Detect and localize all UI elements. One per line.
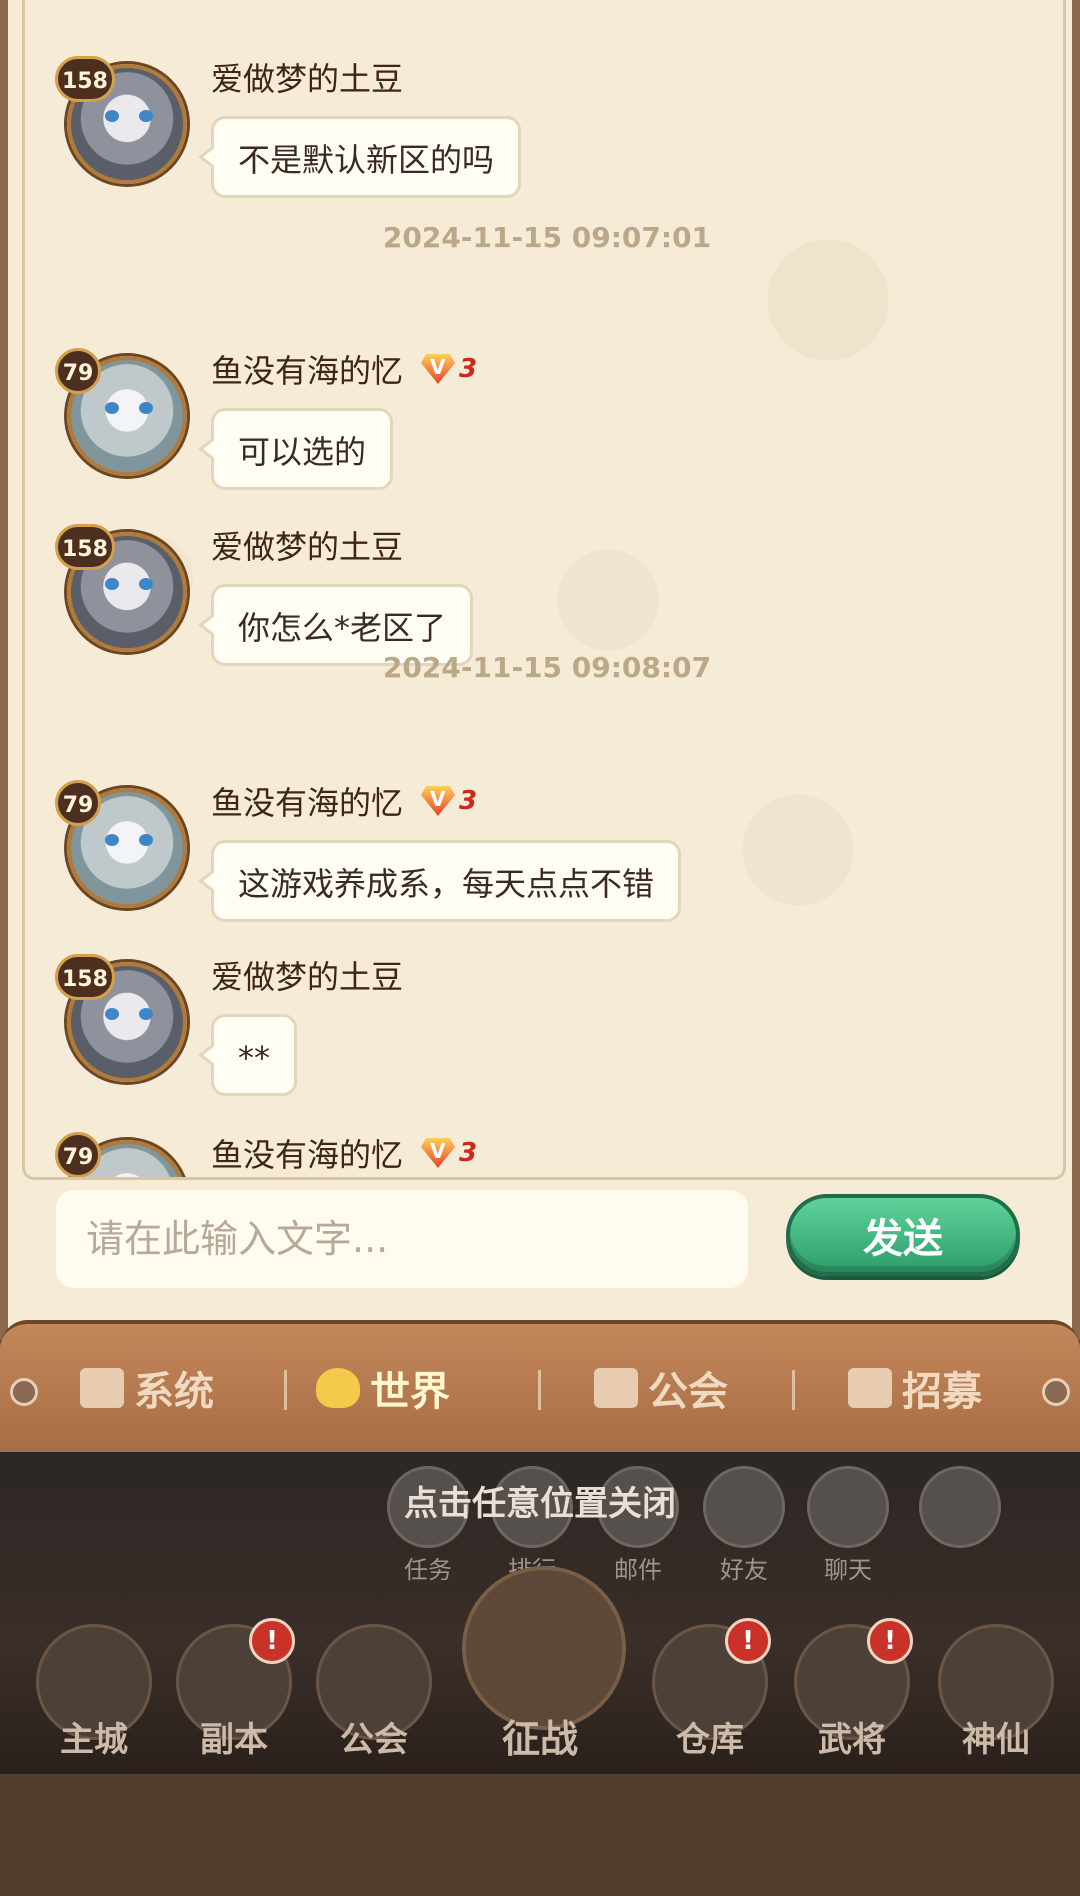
nav-item[interactable]: ! 副本 [169,1618,299,1760]
nav-label: 主城 [60,1720,128,1760]
nav-label: 神仙 [962,1720,1030,1760]
nav-label: 武将 [818,1720,886,1760]
chat-channel-tabs: 系统 世界 公会 招募 [0,1320,1080,1452]
nav-item[interactable]: 主城 [29,1624,159,1760]
sender-row: 爱做梦的土豆 [211,522,403,568]
sender-name[interactable]: 爱做梦的土豆 [211,522,403,568]
recruit-flag-icon [848,1368,892,1408]
message-bubble[interactable]: 不是默认新区的吗 [197,116,522,198]
rivet-right [1042,1378,1070,1406]
level-badge: 158 [55,524,115,570]
message-bubble[interactable]: ** [198,1014,297,1096]
chat-message-list[interactable]: 158 爱做梦的土豆 不是默认新区的吗 2024-11-15 09:07:01 79 鱼没… [22,0,1066,1180]
message-bubble[interactable]: 这游戏养成系，每天点点不错 [197,840,682,922]
top-icon-label: 聊天 [824,1556,872,1584]
level-badge: 158 [55,56,115,102]
tab-guild[interactable]: 公会 [594,1358,728,1418]
level-badge: 79 [55,1132,101,1177]
nav-label: 公会 [340,1720,408,1760]
cat-face-icon [316,1368,360,1408]
chat-input[interactable] [56,1190,748,1288]
footer-strip [0,1774,1080,1896]
chat-panel: 158 爱做梦的土豆 不是默认新区的吗 2024-11-15 09:07:01 79 鱼没… [0,0,1080,1340]
sender-row: 鱼没有海的忆 3 [211,346,477,392]
top-icon-label: 好友 [720,1556,768,1584]
sender-row: 鱼没有海的忆 3 [211,778,477,824]
chat-input-row: 发送 [0,1180,1080,1298]
tab-label: 系统 [134,1369,214,1415]
nav-item[interactable]: ! 仓库 [645,1618,775,1760]
message-bubble[interactable]: 可以选的 [197,408,394,490]
tab-label: 世界 [370,1369,450,1415]
level-badge: 79 [55,348,101,394]
vip-level: 3 [459,1138,478,1168]
vip-level: 3 [459,786,478,816]
tab-label: 招募 [902,1369,982,1415]
tab-world[interactable]: 世界 [316,1358,450,1418]
battle-icon [462,1566,626,1730]
sender-name[interactable]: 鱼没有海的忆 [211,778,403,824]
vip-badge: 3 [421,354,477,384]
avatar[interactable]: 79 [55,780,187,908]
tab-label: 公会 [648,1369,728,1415]
vip-badge: 3 [421,786,477,816]
vip-gem-icon [421,1138,456,1168]
vip-level: 3 [459,354,478,384]
tab-separator [284,1370,287,1410]
sender-row: 爱做梦的土豆 [211,54,403,100]
vip-gem-icon [421,786,456,816]
sender-row: 爱做梦的土豆 [211,952,403,998]
nav-item[interactable]: 神仙 [931,1624,1061,1760]
sender-row: 鱼没有海的忆 3 [211,1130,477,1176]
avatar[interactable]: 158 [55,56,187,184]
rivet-left [10,1378,38,1406]
megaphone-icon [80,1368,124,1408]
alert-badge-icon: ! [725,1618,771,1664]
nav-item[interactable]: 公会 [309,1624,439,1760]
vip-gem-icon [421,354,456,384]
avatar[interactable]: 158 [55,954,187,1082]
close-hint[interactable]: 点击任意位置关闭 [0,1476,1080,1525]
nav-battle[interactable]: 征战 [462,1566,626,1766]
nav-label: 仓库 [676,1720,744,1760]
vip-badge: 3 [421,1138,477,1168]
avatar[interactable]: 79 [55,348,187,476]
tab-recruit[interactable]: 招募 [848,1358,982,1418]
nav-item[interactable]: ! 武将 [787,1618,917,1760]
nav-label: 副本 [200,1720,268,1760]
chat-timestamp: 2024-11-15 09:08:07 [382,651,712,684]
top-icon-label: 任务 [404,1556,452,1584]
sender-name[interactable]: 爱做梦的土豆 [211,952,403,998]
sender-name[interactable]: 爱做梦的土豆 [211,54,403,100]
avatar[interactable]: 79 [55,1132,187,1177]
tab-system[interactable]: 系统 [80,1358,214,1418]
nav-label: 征战 [501,1717,578,1761]
chat-timestamp: 2024-11-15 09:07:01 [382,221,712,254]
tab-separator [538,1370,541,1410]
send-button[interactable]: 发送 [786,1194,1020,1276]
alert-badge-icon: ! [249,1618,295,1664]
level-badge: 158 [55,954,115,1000]
guild-banner-icon [594,1368,638,1408]
tab-separator [792,1370,795,1410]
level-badge: 79 [55,780,101,826]
sender-name[interactable]: 鱼没有海的忆 [211,1130,403,1176]
sender-name[interactable]: 鱼没有海的忆 [211,346,403,392]
avatar[interactable]: 158 [55,524,187,652]
alert-badge-icon: ! [867,1618,913,1664]
